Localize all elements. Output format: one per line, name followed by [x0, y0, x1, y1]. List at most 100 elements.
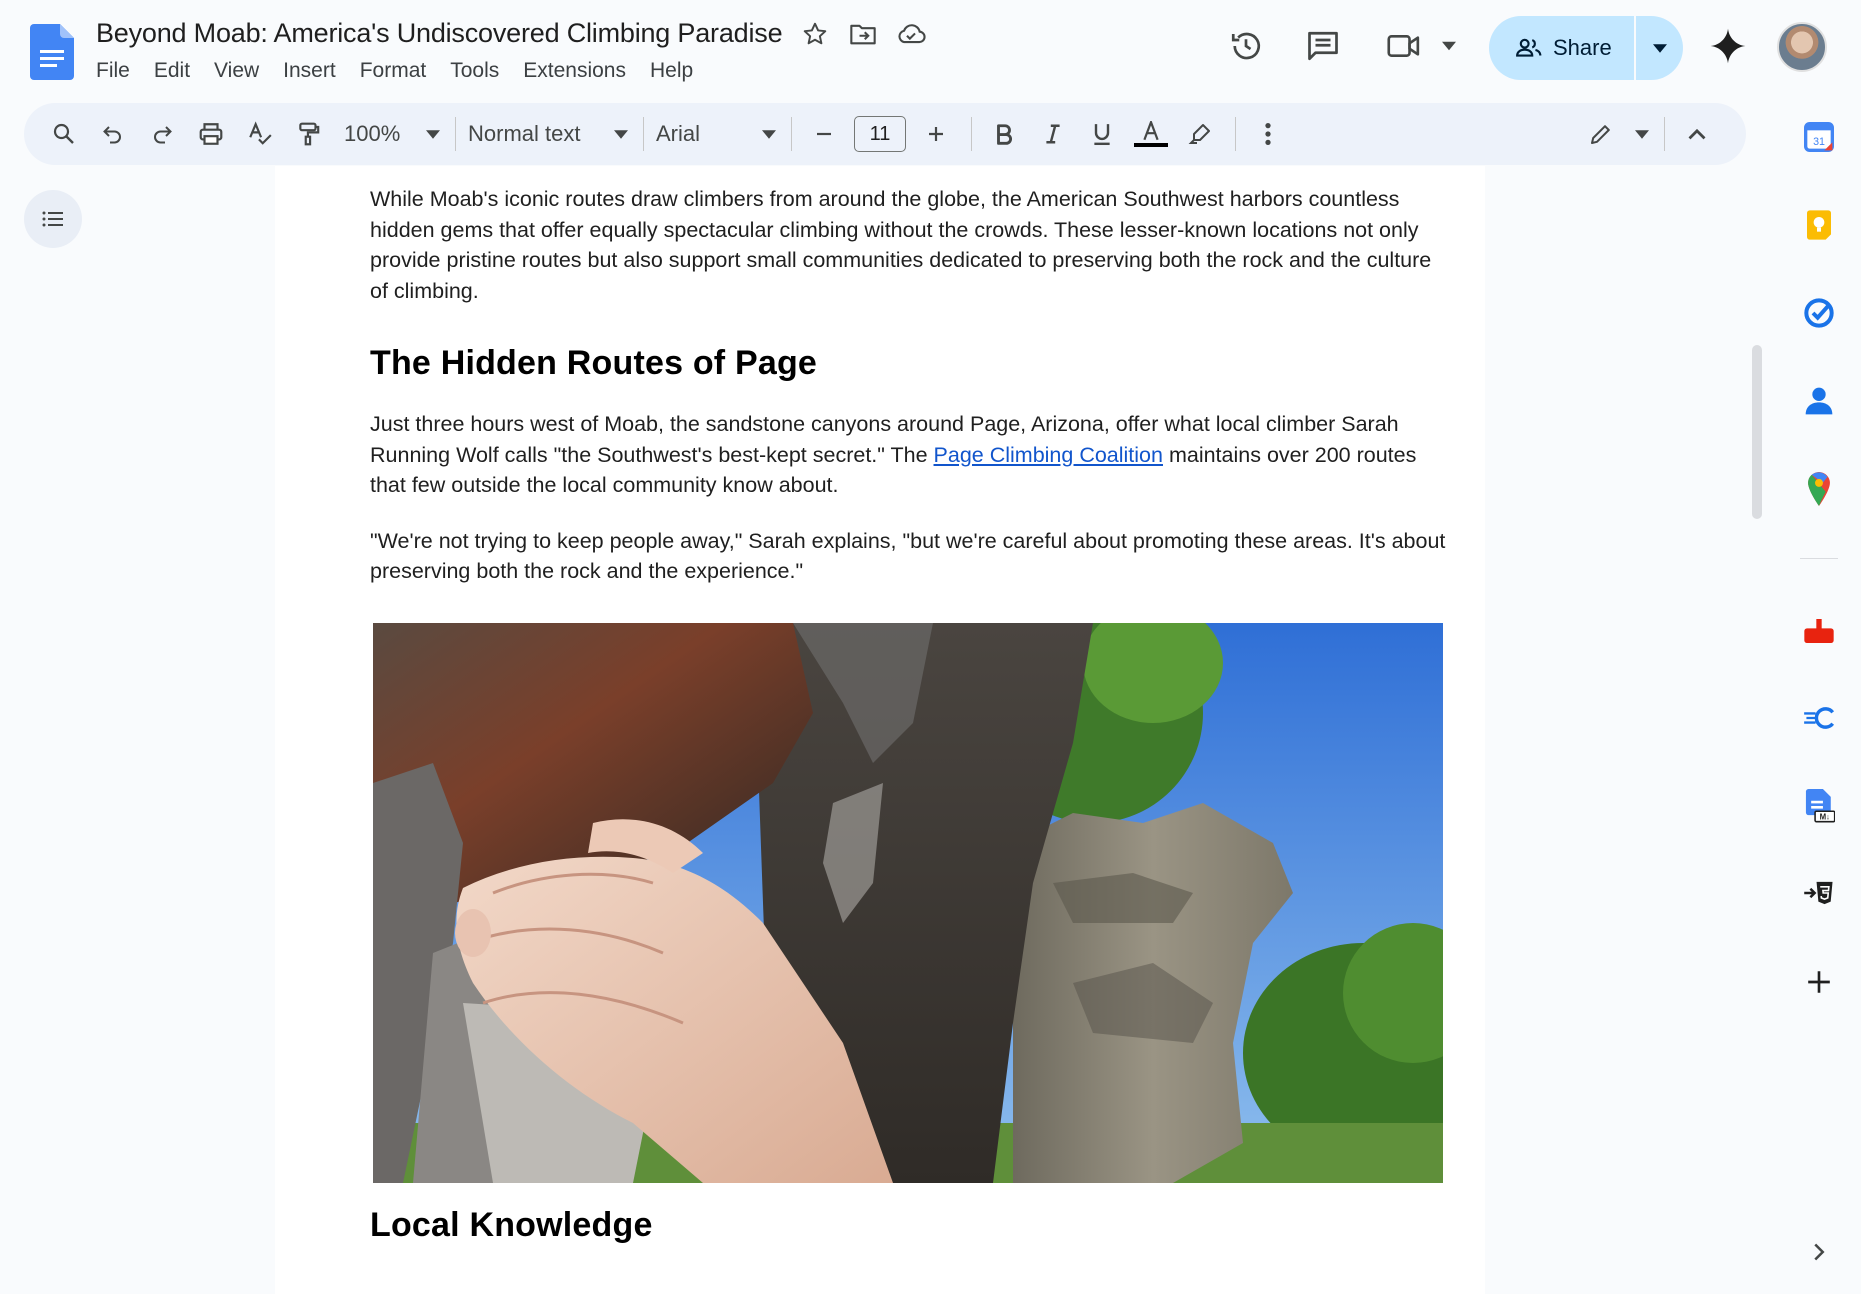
menu-tools[interactable]: Tools: [438, 57, 511, 85]
menu-insert[interactable]: Insert: [271, 57, 348, 85]
chevron-down-icon: [426, 129, 440, 139]
toolbar-divider: [1235, 117, 1236, 151]
underline-icon: [1094, 124, 1110, 146]
addon-markdown-icon[interactable]: M↓: [1798, 785, 1840, 827]
menu-extensions[interactable]: Extensions: [511, 57, 638, 85]
plus-icon: [929, 127, 943, 141]
bold-icon: [997, 124, 1013, 145]
zoom-value: 100%: [344, 121, 401, 146]
print-button[interactable]: [191, 114, 231, 154]
chevron-down-icon: [1652, 43, 1667, 53]
editing-mode-select[interactable]: [1589, 114, 1649, 154]
print-icon: [199, 123, 223, 145]
italic-icon: [1046, 124, 1060, 144]
toolbar-divider: [791, 117, 792, 151]
paint-format-icon: [299, 122, 320, 146]
share-main-button[interactable]: Share: [1489, 16, 1634, 80]
heading-hidden-routes[interactable]: The Hidden Routes of Page: [370, 344, 1455, 383]
more-options-button[interactable]: [1248, 114, 1288, 154]
contacts-icon[interactable]: [1798, 380, 1840, 422]
document-page[interactable]: While Moab's iconic routes draw climbers…: [275, 166, 1485, 1294]
add-addon-icon[interactable]: [1798, 961, 1840, 1003]
docs-logo-icon[interactable]: [30, 24, 74, 80]
maps-icon[interactable]: [1798, 468, 1840, 510]
heading-local-knowledge[interactable]: Local Knowledge: [370, 1206, 1455, 1245]
more-vertical-icon: [1265, 122, 1271, 146]
page-climbing-coalition-link[interactable]: Page Climbing Coalition: [934, 443, 1163, 467]
undo-icon: [103, 126, 121, 144]
chevron-down-icon: [1442, 41, 1456, 51]
search-icon: [53, 123, 74, 144]
pencil-icon: [1591, 125, 1610, 144]
paragraph-style-select[interactable]: Normal text: [468, 114, 628, 154]
spellcheck-button[interactable]: [240, 114, 280, 154]
font-family-select[interactable]: Arial: [656, 114, 776, 154]
share-button[interactable]: Share: [1489, 16, 1683, 80]
chevron-down-icon: [1635, 129, 1649, 139]
text-color-swatch: [1134, 143, 1168, 147]
document-body-lower[interactable]: Local Knowledge: [370, 1206, 1455, 1245]
menu-format[interactable]: Format: [348, 57, 439, 85]
document-body[interactable]: While Moab's iconic routes draw climbers…: [370, 184, 1455, 587]
video-camera-icon: [1387, 34, 1420, 58]
chevron-down-icon: [614, 129, 628, 139]
menu-edit[interactable]: Edit: [142, 57, 202, 85]
chevron-up-icon: [1688, 128, 1706, 140]
text-color-icon: [1143, 121, 1159, 141]
decrease-font-size-button[interactable]: [804, 114, 844, 154]
font-family-value: Arial: [656, 121, 701, 146]
redo-icon: [154, 126, 172, 144]
document-title[interactable]: Beyond Moab: America's Undiscovered Clim…: [96, 18, 783, 49]
italic-button[interactable]: [1033, 114, 1073, 154]
menu-bar: File Edit View Insert Format Tools Exten…: [86, 57, 705, 85]
menu-help[interactable]: Help: [638, 57, 705, 85]
page-paragraph[interactable]: Just three hours west of Moab, the sands…: [370, 409, 1455, 501]
comments-icon[interactable]: [1303, 26, 1343, 66]
search-menus-button[interactable]: [44, 114, 84, 154]
toolbar-divider: [1664, 117, 1665, 151]
meet-button[interactable]: [1386, 26, 1456, 66]
zoom-select[interactable]: 100%: [344, 114, 440, 154]
highlight-color-button[interactable]: [1180, 114, 1220, 154]
quote-paragraph[interactable]: "We're not trying to keep people away," …: [370, 526, 1455, 587]
menu-file[interactable]: File: [86, 57, 142, 85]
text-color-button[interactable]: [1131, 114, 1171, 154]
toolbar-divider: [643, 117, 644, 151]
cloud-saved-icon[interactable]: [896, 19, 926, 49]
svg-text:31: 31: [1813, 136, 1825, 148]
share-label: Share: [1553, 35, 1612, 60]
toolbar-divider: [971, 117, 972, 151]
account-avatar[interactable]: [1777, 22, 1827, 72]
tasks-icon[interactable]: [1798, 292, 1840, 334]
minus-icon: [817, 132, 831, 136]
expand-side-panel-icon[interactable]: [1798, 1231, 1840, 1273]
vertical-scrollbar[interactable]: [1752, 345, 1762, 519]
underline-button[interactable]: [1082, 114, 1122, 154]
chevron-down-icon: [762, 129, 776, 139]
gemini-sparkle-icon[interactable]: [1708, 26, 1748, 66]
share-dropdown-button[interactable]: [1636, 16, 1683, 80]
formatting-toolbar: 100% Normal text Arial 11: [24, 103, 1746, 165]
document-outline-button[interactable]: [24, 190, 82, 248]
font-size-input[interactable]: 11: [854, 116, 906, 152]
calendar-icon[interactable]: 31: [1798, 116, 1840, 158]
keep-icon[interactable]: [1798, 204, 1840, 246]
hide-menus-button[interactable]: [1677, 114, 1717, 154]
menu-view[interactable]: View: [202, 57, 271, 85]
paint-format-button[interactable]: [289, 114, 329, 154]
addon-red-icon[interactable]: [1798, 610, 1840, 652]
increase-font-size-button[interactable]: [916, 114, 956, 154]
redo-button[interactable]: [142, 114, 182, 154]
app-header: Beyond Moab: America's Undiscovered Clim…: [0, 0, 1861, 100]
spellcheck-icon: [249, 121, 272, 145]
climbing-hand-photo[interactable]: [373, 623, 1443, 1183]
move-to-folder-icon[interactable]: [848, 19, 878, 49]
star-icon[interactable]: [800, 19, 830, 49]
bold-button[interactable]: [984, 114, 1024, 154]
version-history-icon[interactable]: [1226, 26, 1266, 66]
addon-html-icon[interactable]: [1798, 872, 1840, 914]
intro-paragraph[interactable]: While Moab's iconic routes draw climbers…: [370, 184, 1455, 306]
undo-button[interactable]: [93, 114, 133, 154]
svg-text:M↓: M↓: [1820, 813, 1830, 822]
addon-c-icon[interactable]: [1798, 697, 1840, 739]
